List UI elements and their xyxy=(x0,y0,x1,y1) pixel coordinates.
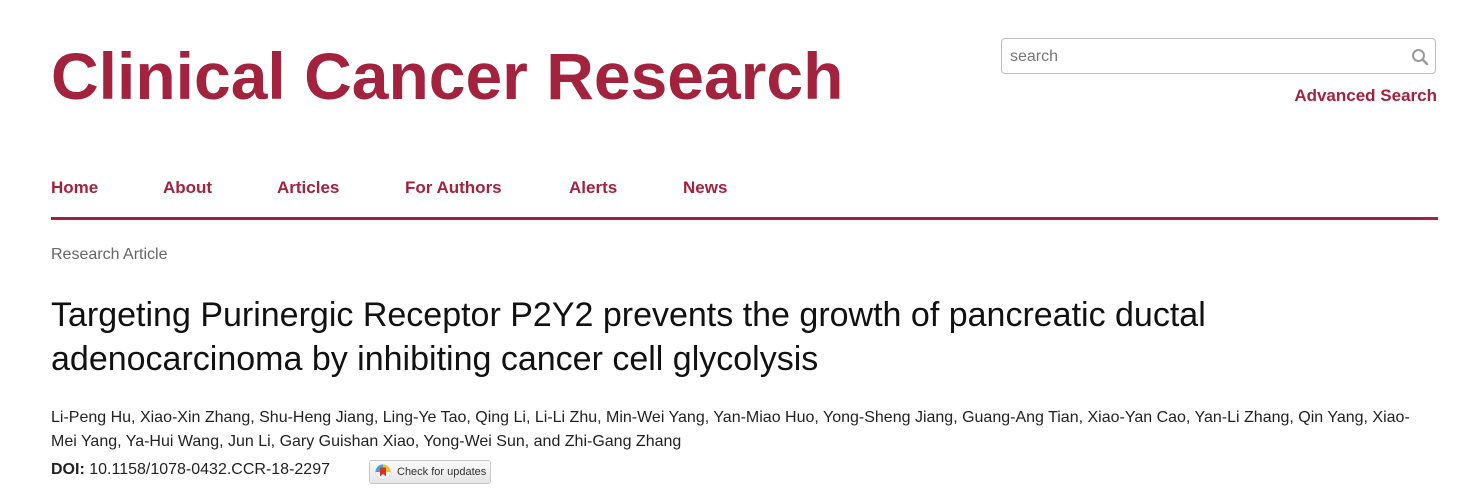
nav-item-news[interactable]: News xyxy=(683,178,727,198)
nav-item-home[interactable]: Home xyxy=(51,178,98,198)
search-box xyxy=(1001,38,1436,75)
article-title: Targeting Purinergic Receptor P2Y2 preve… xyxy=(51,296,1206,378)
nav-item-about[interactable]: About xyxy=(163,178,212,198)
search-icon[interactable] xyxy=(1411,48,1429,66)
doi-label: DOI: xyxy=(51,461,85,478)
advanced-search-link[interactable]: Advanced Search xyxy=(1294,86,1437,106)
nav-item-alerts[interactable]: Alerts xyxy=(569,178,617,198)
journal-logo[interactable]: Clinical Cancer Research xyxy=(51,40,843,112)
check-for-updates-button[interactable]: Check for updates xyxy=(369,460,491,484)
nav-item-articles[interactable]: Articles xyxy=(277,178,339,198)
search-input[interactable] xyxy=(1008,39,1412,75)
author-list: Li-Peng Hu, Xiao-Xin Zhang, Shu-Heng Jia… xyxy=(51,409,1410,450)
nav-divider xyxy=(51,217,1438,220)
nav-item-for-authors[interactable]: For Authors xyxy=(405,178,502,198)
article-type: Research Article xyxy=(51,246,168,263)
doi-line: DOI: 10.1158/1078-0432.CCR-18-2297 xyxy=(51,461,330,479)
crossmark-icon xyxy=(375,464,391,480)
doi-value[interactable]: 10.1158/1078-0432.CCR-18-2297 xyxy=(89,461,330,478)
check-for-updates-label: Check for updates xyxy=(397,466,487,478)
